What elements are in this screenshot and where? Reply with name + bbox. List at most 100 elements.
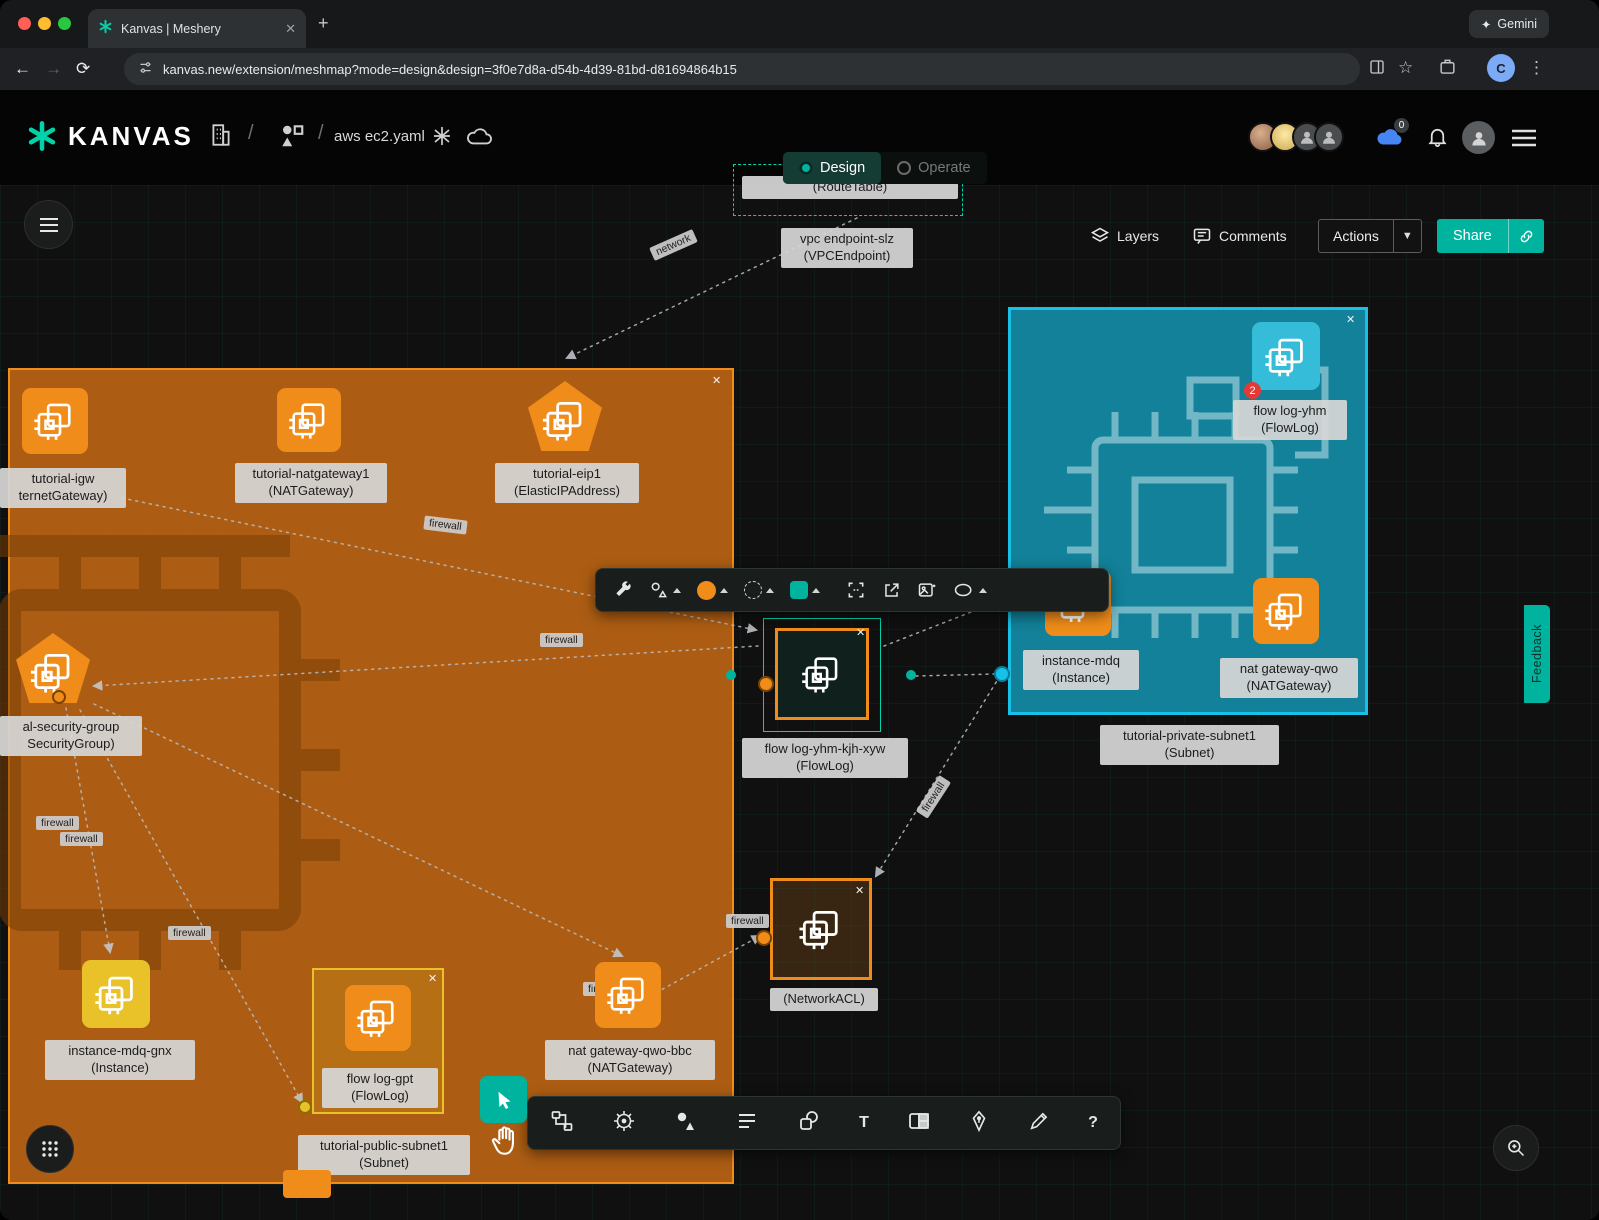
organization-icon[interactable]	[208, 122, 234, 153]
comments-button[interactable]: Comments	[1192, 219, 1287, 253]
border-style-picker[interactable]	[744, 581, 774, 599]
node-label-networkacl[interactable]: (NetworkACL)	[770, 988, 878, 1011]
actions-button[interactable]: Actions ▼	[1318, 219, 1422, 253]
fill-style-picker[interactable]	[790, 581, 820, 599]
chevron-up-icon	[720, 588, 728, 593]
node-label-public-subnet[interactable]: tutorial-public-subnet1 (Subnet)	[298, 1135, 470, 1175]
operate-mode-icon	[897, 161, 911, 175]
node-label-nat-gateway-qwo-bbc[interactable]: nat gateway-qwo-bbc (NATGateway)	[545, 1040, 715, 1080]
fit-frame-icon[interactable]	[846, 580, 866, 600]
sticky-note-tool[interactable]	[907, 1109, 931, 1138]
node-label-nat-gateway-qwo[interactable]: nat gateway-qwo (NATGateway)	[1220, 658, 1358, 698]
layers-button[interactable]: Layers	[1090, 219, 1159, 253]
node-clipped-bottom[interactable]	[283, 1170, 331, 1198]
color-picker-orange[interactable]	[697, 581, 728, 600]
new-tab-button[interactable]: +	[318, 13, 329, 34]
save-cloud-icon[interactable]	[466, 125, 494, 154]
node-label-flow-log-gpt[interactable]: flow log-gpt (FlowLog)	[322, 1068, 438, 1108]
node-nat-gateway-qwo[interactable]	[1253, 578, 1319, 644]
node-label-tutorial-natgateway1[interactable]: tutorial-natgateway1 (NATGateway)	[235, 463, 387, 503]
select-tool[interactable]	[480, 1076, 527, 1123]
browser-menu-icon[interactable]: ⋮	[1528, 58, 1545, 78]
node-label-tutorial-eip1[interactable]: tutorial-eip1 (ElasticIPAddress)	[495, 463, 639, 503]
node-label-flow-log-yhm[interactable]: flow log-yhm (FlowLog)	[1233, 400, 1347, 440]
node-vpc-endpoint[interactable]: vpc endpoint-slz (VPCEndpoint)	[781, 228, 913, 268]
gemini-badge[interactable]: ✦ Gemini	[1469, 10, 1549, 38]
feedback-tab[interactable]: Feedback	[1524, 605, 1550, 703]
connection-port[interactable]	[298, 1100, 312, 1114]
node-flow-log-gpt[interactable]	[345, 985, 411, 1051]
node-label-security-group[interactable]: al-security-group SecurityGroup)	[0, 716, 142, 756]
connection-port[interactable]	[756, 930, 772, 946]
notifications-bell-icon[interactable]	[1426, 124, 1449, 154]
resize-handle[interactable]	[906, 670, 916, 680]
connection-port[interactable]	[994, 666, 1010, 682]
forward-button[interactable]: →	[45, 59, 62, 79]
node-instance-mdq-gnx[interactable]	[82, 960, 150, 1028]
node-label-instance-mdq-gnx[interactable]: instance-mdq-gnx (Instance)	[45, 1040, 195, 1080]
add-image-icon[interactable]	[917, 580, 937, 600]
node-nat-gateway-qwo-bbc[interactable]	[595, 962, 661, 1028]
shapes-tool[interactable]	[674, 1109, 698, 1138]
share-button[interactable]: Share	[1437, 219, 1544, 253]
pencil-tool[interactable]	[1028, 1110, 1050, 1137]
bookmark-star-icon[interactable]: ☆	[1398, 58, 1413, 78]
shape-search-icon[interactable]	[953, 581, 987, 599]
corner-x-icon[interactable]: ✕	[856, 628, 865, 639]
tab-design[interactable]: Design	[783, 152, 881, 184]
corner-x-icon[interactable]: ✕	[712, 376, 721, 387]
helm-chart-tool[interactable]	[612, 1109, 636, 1138]
open-external-icon[interactable]	[882, 581, 901, 600]
connection-port[interactable]	[52, 690, 66, 704]
edge-label: firewall	[36, 816, 79, 830]
sync-status-icon[interactable]: 0	[1376, 124, 1404, 155]
address-bar[interactable]: kanvas.new/extension/meshmap?mode=design…	[124, 53, 1360, 85]
copy-link-icon[interactable]	[1509, 219, 1544, 253]
node-flow-log-yhm-kjh-xyw[interactable]	[775, 628, 869, 720]
kanvas-logo[interactable]: KANVAS	[26, 120, 194, 152]
node-label-flow-log-kjh[interactable]: flow log-yhm-kjh-xyw (FlowLog)	[742, 738, 908, 778]
browser-profile-avatar[interactable]: C	[1487, 54, 1515, 82]
tab-operate[interactable]: Operate	[881, 152, 986, 184]
annotation-tool[interactable]	[735, 1109, 759, 1138]
merge-design-icon[interactable]	[430, 124, 454, 153]
node-tutorial-natgateway1[interactable]	[277, 388, 341, 452]
help-button[interactable]: ?	[1088, 1114, 1098, 1132]
resize-handle[interactable]	[726, 670, 736, 680]
pen-tool[interactable]	[968, 1110, 990, 1137]
node-tutorial-igw[interactable]	[22, 388, 88, 454]
window-zoom-button[interactable]	[58, 17, 71, 30]
node-flow-log-yhm[interactable]	[1252, 322, 1320, 390]
user-avatar[interactable]	[1462, 121, 1495, 154]
back-button[interactable]: ←	[14, 59, 31, 79]
design-file-name[interactable]: aws ec2.yaml	[334, 128, 425, 145]
connection-port[interactable]	[758, 676, 774, 692]
site-settings-icon[interactable]	[138, 60, 153, 78]
tab-close-icon[interactable]: ✕	[285, 21, 296, 37]
media-tool[interactable]	[797, 1109, 821, 1138]
browser-tab[interactable]: Kanvas | Meshery ✕	[88, 9, 306, 48]
corner-x-icon[interactable]: ✕	[428, 974, 437, 985]
node-label-tutorial-igw[interactable]: tutorial-igw ternetGateway)	[0, 468, 126, 508]
pan-tool[interactable]	[488, 1122, 522, 1165]
designs-icon[interactable]	[276, 120, 306, 155]
apps-grid-button[interactable]	[26, 1125, 74, 1173]
zoom-search-button[interactable]	[1493, 1125, 1539, 1171]
window-minimize-button[interactable]	[38, 17, 51, 30]
collaborator-avatar[interactable]	[1314, 122, 1344, 152]
app-menu-icon[interactable]	[1510, 128, 1538, 153]
window-close-button[interactable]	[18, 17, 31, 30]
save-panel-icon[interactable]	[1368, 58, 1386, 80]
reload-button[interactable]: ⟳	[76, 59, 90, 79]
corner-x-icon[interactable]: ✕	[855, 886, 864, 897]
text-tool[interactable]: T	[859, 1114, 869, 1132]
node-label-private-subnet[interactable]: tutorial-private-subnet1 (Subnet)	[1100, 725, 1279, 765]
shapes-picker-icon[interactable]	[649, 580, 681, 600]
node-label-instance-mdq[interactable]: instance-mdq (Instance)	[1023, 650, 1139, 690]
actions-caret-icon[interactable]: ▼	[1394, 220, 1421, 252]
flow-node-tool[interactable]	[550, 1109, 574, 1138]
extensions-icon[interactable]	[1438, 58, 1457, 81]
corner-x-icon[interactable]: ✕	[1346, 315, 1355, 326]
canvas-menu-button[interactable]	[24, 200, 73, 249]
configure-tool-icon[interactable]	[614, 581, 633, 600]
